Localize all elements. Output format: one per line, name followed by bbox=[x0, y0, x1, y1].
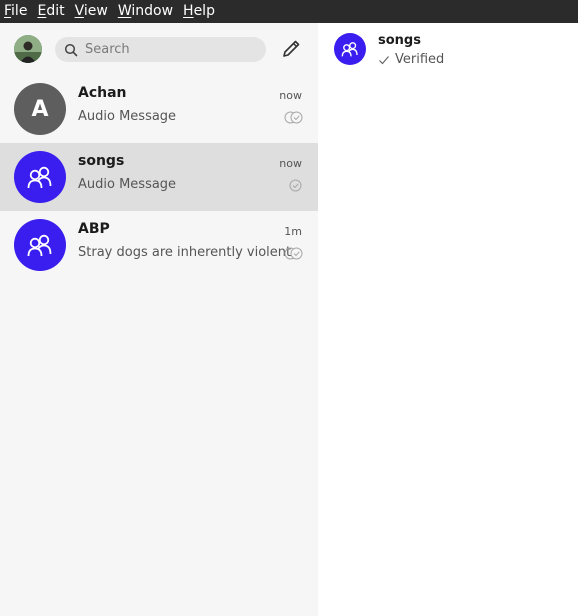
delivered-icon bbox=[284, 247, 303, 260]
menu-help-mnemonic: H bbox=[183, 3, 194, 19]
pencil-icon bbox=[283, 40, 300, 57]
avatar-letter: A bbox=[31, 96, 49, 122]
sent-icon bbox=[289, 179, 302, 192]
conversation-title[interactable]: songs bbox=[378, 33, 421, 48]
menu-window-label: indow bbox=[131, 3, 174, 19]
search-input[interactable] bbox=[85, 42, 265, 57]
conversation-time: 1m bbox=[284, 225, 302, 238]
profile-photo-icon bbox=[14, 35, 42, 63]
group-icon bbox=[341, 42, 358, 57]
menu-window-mnemonic: W bbox=[117, 3, 132, 19]
delivered-icon bbox=[284, 111, 303, 124]
verified-label: Verified bbox=[395, 52, 445, 67]
avatar bbox=[14, 151, 66, 203]
menu-window[interactable]: Window bbox=[113, 0, 178, 23]
conversation-panel: songs Verified bbox=[318, 23, 578, 616]
menu-view-label: iew bbox=[83, 3, 108, 19]
conversation-item-achan[interactable]: A Achan now Audio Message bbox=[0, 75, 318, 143]
conversation-item-songs[interactable]: songs now Audio Message bbox=[0, 143, 318, 211]
menu-file[interactable]: File bbox=[0, 0, 32, 23]
conversation-time: now bbox=[279, 157, 302, 170]
avatar: A bbox=[14, 83, 66, 135]
compose-button[interactable] bbox=[279, 37, 303, 61]
conversation-name: Achan bbox=[78, 85, 127, 101]
group-icon bbox=[27, 234, 52, 257]
conversation-preview: Stray dogs are inherently violent bbox=[78, 245, 292, 260]
conversation-preview: Audio Message bbox=[78, 109, 177, 124]
menu-file-mnemonic: F bbox=[4, 3, 12, 19]
conversation-name: ABP bbox=[78, 221, 110, 237]
group-icon bbox=[27, 166, 52, 189]
menu-bar: File Edit View Window Help bbox=[0, 0, 578, 23]
menu-file-label: ile bbox=[11, 3, 28, 19]
search-box[interactable] bbox=[55, 37, 266, 62]
menu-edit-mnemonic: E bbox=[37, 3, 47, 19]
conversation-header-avatar[interactable] bbox=[334, 33, 366, 65]
avatar bbox=[14, 219, 66, 271]
menu-view-mnemonic: V bbox=[74, 3, 84, 19]
menu-help-label: elp bbox=[193, 3, 215, 19]
checkmark-icon bbox=[378, 54, 390, 66]
menu-help[interactable]: Help bbox=[178, 0, 220, 23]
conversation-preview: Audio Message bbox=[78, 177, 177, 192]
sidebar: A Achan now Audio Message songs now Audi… bbox=[0, 23, 318, 616]
search-icon bbox=[64, 43, 78, 57]
verified-status: Verified bbox=[378, 52, 444, 67]
menu-edit-label: dit bbox=[46, 3, 65, 19]
conversation-time: now bbox=[279, 89, 302, 102]
menu-view[interactable]: View bbox=[70, 0, 113, 23]
profile-avatar[interactable] bbox=[14, 35, 42, 63]
menu-edit[interactable]: Edit bbox=[32, 0, 69, 23]
conversation-item-abp[interactable]: ABP 1m Stray dogs are inherently violent bbox=[0, 211, 318, 279]
conversation-name: songs bbox=[78, 153, 125, 169]
